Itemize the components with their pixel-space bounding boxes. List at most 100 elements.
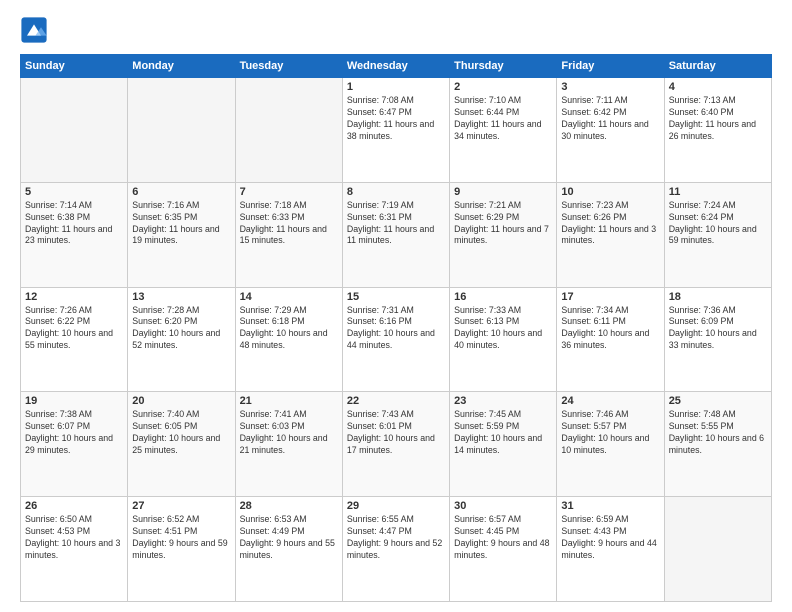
day-info: Sunrise: 7:23 AMSunset: 6:26 PMDaylight:… bbox=[561, 200, 659, 248]
day-info: Sunrise: 7:10 AMSunset: 6:44 PMDaylight:… bbox=[454, 95, 552, 143]
day-info: Sunrise: 7:45 AMSunset: 5:59 PMDaylight:… bbox=[454, 409, 552, 457]
day-number: 2 bbox=[454, 81, 552, 93]
day-number: 29 bbox=[347, 500, 445, 512]
col-header-saturday: Saturday bbox=[664, 55, 771, 78]
day-cell: 18 Sunrise: 7:36 AMSunset: 6:09 PMDayligh… bbox=[664, 287, 771, 392]
day-cell: 10 Sunrise: 7:23 AMSunset: 6:26 PMDayligh… bbox=[557, 182, 664, 287]
day-number: 18 bbox=[669, 291, 767, 303]
day-cell: 28 Sunrise: 6:53 AMSunset: 4:49 PMDayligh… bbox=[235, 497, 342, 602]
logo-icon bbox=[20, 16, 48, 44]
day-info: Sunrise: 7:31 AMSunset: 6:16 PMDaylight:… bbox=[347, 305, 445, 353]
day-info: Sunrise: 7:46 AMSunset: 5:57 PMDaylight:… bbox=[561, 409, 659, 457]
page: SundayMondayTuesdayWednesdayThursdayFrid… bbox=[0, 0, 792, 612]
week-row-4: 19 Sunrise: 7:38 AMSunset: 6:07 PMDayligh… bbox=[21, 392, 772, 497]
day-info: Sunrise: 7:36 AMSunset: 6:09 PMDaylight:… bbox=[669, 305, 767, 353]
day-info: Sunrise: 7:38 AMSunset: 6:07 PMDaylight:… bbox=[25, 409, 123, 457]
col-header-wednesday: Wednesday bbox=[342, 55, 449, 78]
calendar-table: SundayMondayTuesdayWednesdayThursdayFrid… bbox=[20, 54, 772, 602]
day-number: 26 bbox=[25, 500, 123, 512]
day-number: 5 bbox=[25, 186, 123, 198]
day-info: Sunrise: 7:16 AMSunset: 6:35 PMDaylight:… bbox=[132, 200, 230, 248]
day-number: 22 bbox=[347, 395, 445, 407]
day-cell: 12 Sunrise: 7:26 AMSunset: 6:22 PMDayligh… bbox=[21, 287, 128, 392]
day-info: Sunrise: 6:53 AMSunset: 4:49 PMDaylight:… bbox=[240, 514, 338, 562]
day-number: 14 bbox=[240, 291, 338, 303]
day-number: 11 bbox=[669, 186, 767, 198]
week-row-5: 26 Sunrise: 6:50 AMSunset: 4:53 PMDayligh… bbox=[21, 497, 772, 602]
day-cell: 7 Sunrise: 7:18 AMSunset: 6:33 PMDaylight… bbox=[235, 182, 342, 287]
day-cell: 1 Sunrise: 7:08 AMSunset: 6:47 PMDaylight… bbox=[342, 78, 449, 183]
day-cell: 17 Sunrise: 7:34 AMSunset: 6:11 PMDayligh… bbox=[557, 287, 664, 392]
day-cell bbox=[128, 78, 235, 183]
day-info: Sunrise: 6:50 AMSunset: 4:53 PMDaylight:… bbox=[25, 514, 123, 562]
day-cell: 4 Sunrise: 7:13 AMSunset: 6:40 PMDaylight… bbox=[664, 78, 771, 183]
day-cell: 27Sunrise: 6:52 AMSunset: 4:51 PMDayligh… bbox=[128, 497, 235, 602]
day-cell bbox=[664, 497, 771, 602]
day-info: Sunrise: 7:18 AMSunset: 6:33 PMDaylight:… bbox=[240, 200, 338, 248]
day-number: 12 bbox=[25, 291, 123, 303]
day-info: Sunrise: 7:21 AMSunset: 6:29 PMDaylight:… bbox=[454, 200, 552, 248]
day-number: 13 bbox=[132, 291, 230, 303]
day-cell: 13 Sunrise: 7:28 AMSunset: 6:20 PMDayligh… bbox=[128, 287, 235, 392]
day-number: 4 bbox=[669, 81, 767, 93]
day-number: 9 bbox=[454, 186, 552, 198]
day-cell bbox=[235, 78, 342, 183]
day-cell: 16Sunrise: 7:33 AMSunset: 6:13 PMDayligh… bbox=[450, 287, 557, 392]
day-cell: 22 Sunrise: 7:43 AMSunset: 6:01 PMDayligh… bbox=[342, 392, 449, 497]
day-info: Sunrise: 7:13 AMSunset: 6:40 PMDaylight:… bbox=[669, 95, 767, 143]
day-cell: 3Sunrise: 7:11 AMSunset: 6:42 PMDaylight… bbox=[557, 78, 664, 183]
day-number: 6 bbox=[132, 186, 230, 198]
header bbox=[20, 16, 772, 44]
day-info: Sunrise: 7:24 AMSunset: 6:24 PMDaylight:… bbox=[669, 200, 767, 248]
day-info: Sunrise: 6:57 AMSunset: 4:45 PMDaylight:… bbox=[454, 514, 552, 562]
day-info: Sunrise: 7:11 AMSunset: 6:42 PMDaylight:… bbox=[561, 95, 659, 143]
day-number: 21 bbox=[240, 395, 338, 407]
day-number: 15 bbox=[347, 291, 445, 303]
day-number: 20 bbox=[132, 395, 230, 407]
day-number: 17 bbox=[561, 291, 659, 303]
day-info: Sunrise: 7:08 AMSunset: 6:47 PMDaylight:… bbox=[347, 95, 445, 143]
day-number: 24 bbox=[561, 395, 659, 407]
col-header-tuesday: Tuesday bbox=[235, 55, 342, 78]
day-cell: 23 Sunrise: 7:45 AMSunset: 5:59 PMDayligh… bbox=[450, 392, 557, 497]
day-cell: 14 Sunrise: 7:29 AMSunset: 6:18 PMDayligh… bbox=[235, 287, 342, 392]
col-header-monday: Monday bbox=[128, 55, 235, 78]
day-info: Sunrise: 7:48 AMSunset: 5:55 PMDaylight:… bbox=[669, 409, 767, 457]
day-info: Sunrise: 7:19 AMSunset: 6:31 PMDaylight:… bbox=[347, 200, 445, 248]
day-number: 7 bbox=[240, 186, 338, 198]
day-cell: 8 Sunrise: 7:19 AMSunset: 6:31 PMDaylight… bbox=[342, 182, 449, 287]
day-number: 16 bbox=[454, 291, 552, 303]
col-header-sunday: Sunday bbox=[21, 55, 128, 78]
day-number: 25 bbox=[669, 395, 767, 407]
day-cell: 20Sunrise: 7:40 AMSunset: 6:05 PMDayligh… bbox=[128, 392, 235, 497]
day-cell: 25 Sunrise: 7:48 AMSunset: 5:55 PMDayligh… bbox=[664, 392, 771, 497]
day-cell: 21 Sunrise: 7:41 AMSunset: 6:03 PMDayligh… bbox=[235, 392, 342, 497]
week-row-1: 1 Sunrise: 7:08 AMSunset: 6:47 PMDaylight… bbox=[21, 78, 772, 183]
day-info: Sunrise: 7:34 AMSunset: 6:11 PMDaylight:… bbox=[561, 305, 659, 353]
day-number: 23 bbox=[454, 395, 552, 407]
day-info: Sunrise: 6:55 AMSunset: 4:47 PMDaylight:… bbox=[347, 514, 445, 562]
day-cell: 30 Sunrise: 6:57 AMSunset: 4:45 PMDayligh… bbox=[450, 497, 557, 602]
day-number: 28 bbox=[240, 500, 338, 512]
day-info: Sunrise: 7:14 AMSunset: 6:38 PMDaylight:… bbox=[25, 200, 123, 248]
day-info: Sunrise: 7:26 AMSunset: 6:22 PMDaylight:… bbox=[25, 305, 123, 353]
day-cell: 29 Sunrise: 6:55 AMSunset: 4:47 PMDayligh… bbox=[342, 497, 449, 602]
day-info: Sunrise: 7:43 AMSunset: 6:01 PMDaylight:… bbox=[347, 409, 445, 457]
day-number: 8 bbox=[347, 186, 445, 198]
day-number: 10 bbox=[561, 186, 659, 198]
calendar-header-row: SundayMondayTuesdayWednesdayThursdayFrid… bbox=[21, 55, 772, 78]
day-info: Sunrise: 7:28 AMSunset: 6:20 PMDaylight:… bbox=[132, 305, 230, 353]
day-cell: 11 Sunrise: 7:24 AMSunset: 6:24 PMDayligh… bbox=[664, 182, 771, 287]
day-info: Sunrise: 6:59 AMSunset: 4:43 PMDaylight:… bbox=[561, 514, 659, 562]
day-number: 1 bbox=[347, 81, 445, 93]
day-cell: 19 Sunrise: 7:38 AMSunset: 6:07 PMDayligh… bbox=[21, 392, 128, 497]
day-info: Sunrise: 6:52 AMSunset: 4:51 PMDaylight:… bbox=[132, 514, 230, 562]
day-cell: 2 Sunrise: 7:10 AMSunset: 6:44 PMDaylight… bbox=[450, 78, 557, 183]
day-cell: 9 Sunrise: 7:21 AMSunset: 6:29 PMDaylight… bbox=[450, 182, 557, 287]
col-header-friday: Friday bbox=[557, 55, 664, 78]
day-info: Sunrise: 7:41 AMSunset: 6:03 PMDaylight:… bbox=[240, 409, 338, 457]
day-info: Sunrise: 7:29 AMSunset: 6:18 PMDaylight:… bbox=[240, 305, 338, 353]
day-number: 19 bbox=[25, 395, 123, 407]
day-number: 31 bbox=[561, 500, 659, 512]
day-number: 30 bbox=[454, 500, 552, 512]
